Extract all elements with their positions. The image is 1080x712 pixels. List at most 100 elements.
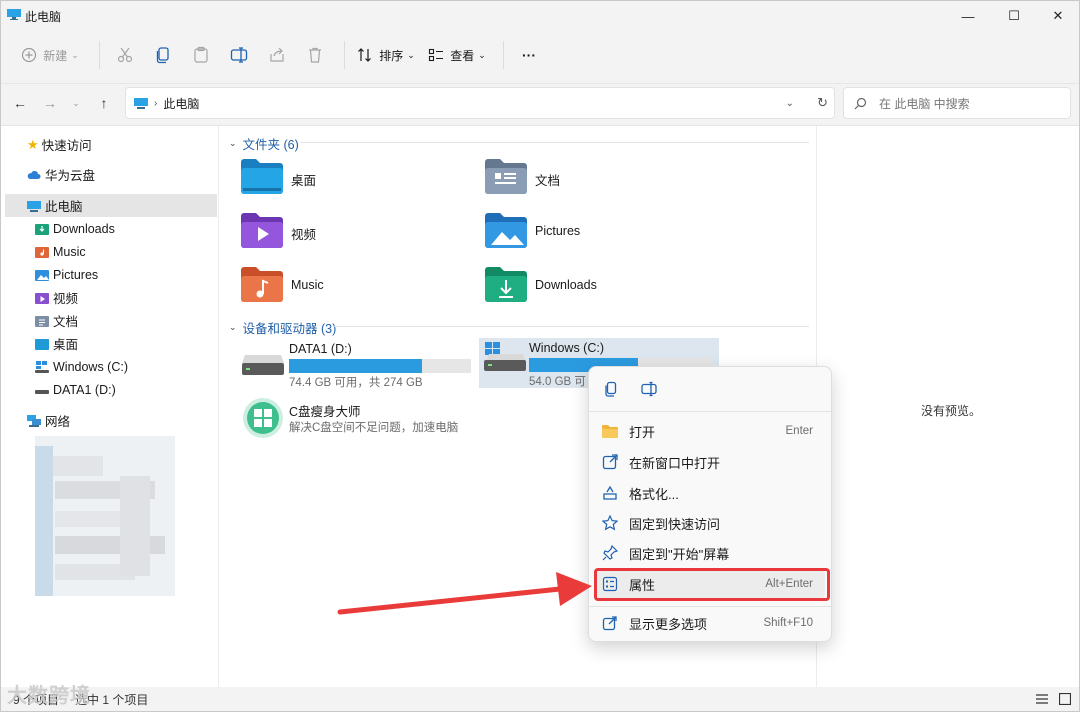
star-icon: ★ <box>27 136 39 152</box>
menu-item-label: 在新窗口中打开 <box>629 455 721 471</box>
menu-item-open[interactable]: 打开 Enter <box>595 417 825 445</box>
drive-name: Windows (C:) <box>529 341 605 355</box>
breadcrumb-this-pc[interactable]: 此电脑 <box>163 95 199 112</box>
context-menu-quick-actions <box>589 367 831 412</box>
up-button[interactable]: ↑ <box>93 92 115 114</box>
sidebar-item-label: DATA1 (D:) <box>53 382 116 397</box>
menu-item-pin-start[interactable]: 固定到"开始"屏幕 <box>595 539 825 567</box>
sidebar-item-label: 桌面 <box>53 338 79 352</box>
drive-free-space: 74.4 GB 可用，共 274 GB <box>289 377 423 389</box>
folder-pictures[interactable]: Pictures <box>485 212 715 256</box>
folder-music[interactable]: Music <box>241 266 471 310</box>
sidebar-item-huawei-cloud[interactable]: 华为云盘 <box>27 163 217 186</box>
search-placeholder: 在 此电脑 中搜索 <box>879 96 970 111</box>
more-button[interactable]: ··· <box>514 40 544 70</box>
folder-label: Pictures <box>535 224 581 238</box>
videos-folder-icon <box>241 213 283 248</box>
c-drive-cleaner[interactable]: C盘瘦身大师 解决C盘空间不足问题，加速电脑 <box>239 394 479 444</box>
folder-documents[interactable]: 文档 <box>485 158 715 202</box>
downloads-folder-icon <box>35 223 49 235</box>
cut-button[interactable] <box>110 40 140 70</box>
drive-free-space: 54.0 GB 可 <box>529 376 586 388</box>
sidebar-item-downloads[interactable]: Downloads <box>35 217 215 240</box>
sidebar-item-videos[interactable]: 视频 <box>35 286 215 309</box>
folders-group-title: 文件夹 (6) <box>242 138 299 152</box>
drive-usage-fill <box>289 359 422 373</box>
sidebar-item-label: Music <box>53 244 86 259</box>
cloud-icon <box>27 170 41 179</box>
menu-item-open-new-window[interactable]: 在新窗口中打开 <box>595 448 825 476</box>
menu-item-label: 格式化... <box>629 486 679 502</box>
menu-item-label: 打开 <box>629 424 656 440</box>
chevron-down-icon: ⌄ <box>229 322 237 332</box>
forward-button[interactable]: → <box>39 92 61 114</box>
sidebar-item-music[interactable]: Music <box>35 240 215 263</box>
rename-button[interactable] <box>224 40 254 70</box>
sidebar-item-this-pc[interactable]: 此电脑 <box>5 194 217 217</box>
sidebar-item-documents[interactable]: 文档 <box>35 309 215 332</box>
sidebar-item-desktop[interactable]: 桌面 <box>35 332 215 355</box>
menu-item-label: 固定到"开始"屏幕 <box>629 546 730 562</box>
copy-icon[interactable] <box>603 381 619 397</box>
window-title: 此电脑 <box>25 9 62 24</box>
address-bar[interactable]: › 此电脑 ⌄ ↻ <box>125 87 835 119</box>
drive-usage-bar <box>289 359 471 373</box>
sidebar-item-label: 视频 <box>53 292 79 306</box>
devices-group-title: 设备和驱动器 (3) <box>242 322 337 336</box>
folder-desktop[interactable]: 桌面 <box>241 158 471 202</box>
view-icon <box>429 48 444 62</box>
sidebar-item-label: Downloads <box>53 221 115 236</box>
delete-button[interactable] <box>300 40 330 70</box>
drive-icon <box>242 355 284 375</box>
downloads-folder-icon <box>485 267 527 302</box>
trash-icon <box>309 47 321 63</box>
large-icons-view-icon[interactable] <box>1059 693 1071 705</box>
computer-icon <box>134 97 148 109</box>
new-button[interactable]: 新建 ⌄ <box>15 39 85 71</box>
address-dropdown-icon[interactable]: ⌄ <box>786 98 794 109</box>
devices-group-header[interactable]: ⌄ 设备和驱动器 (3) <box>229 318 336 337</box>
breadcrumb-chevron-icon: › <box>154 97 158 109</box>
menu-item-format[interactable]: 格式化... <box>595 479 825 507</box>
view-button[interactable]: 查看 ⌄ <box>425 39 489 71</box>
computer-icon <box>27 200 41 212</box>
sidebar-item-label: 文档 <box>53 315 79 329</box>
back-button[interactable]: ← <box>9 92 31 114</box>
paste-button[interactable] <box>186 40 216 70</box>
command-bar: 新建 ⌄ 排序 ⌄ 查看 ⌄ ··· <box>1 33 1079 77</box>
computer-icon <box>7 9 21 20</box>
refresh-icon[interactable]: ↻ <box>817 95 828 111</box>
folder-label: 桌面 <box>291 174 317 188</box>
maximize-button[interactable]: ☐ <box>991 1 1037 31</box>
sidebar-item-quick-access[interactable]: ★ 快速访问 <box>27 133 217 156</box>
copy-button[interactable] <box>148 40 178 70</box>
rename-icon <box>230 47 248 63</box>
folders-group-header[interactable]: ⌄ 文件夹 (6) <box>229 134 299 153</box>
sort-button[interactable]: 排序 ⌄ <box>355 39 417 71</box>
folder-videos[interactable]: 视频 <box>241 212 471 256</box>
more-options-icon <box>597 615 623 631</box>
drive-data1-d[interactable]: DATA1 (D:) 74.4 GB 可用，共 274 GB <box>239 339 479 389</box>
menu-item-show-more-options[interactable]: 显示更多选项 Shift+F10 <box>595 609 825 637</box>
sidebar-item-network[interactable]: 网络 <box>27 409 217 432</box>
music-folder-icon <box>35 246 49 258</box>
rename-icon[interactable] <box>641 381 657 397</box>
cleaner-description: 解决C盘空间不足问题，加速电脑 <box>289 422 459 434</box>
music-folder-icon <box>241 267 283 302</box>
share-button[interactable] <box>262 40 292 70</box>
toolbar-divider <box>344 41 345 69</box>
close-button[interactable]: ✕ <box>1035 1 1079 31</box>
search-box[interactable]: 在 此电脑 中搜索 <box>843 87 1071 119</box>
recent-locations-button[interactable]: ⌄ <box>65 92 87 114</box>
menu-item-pin-quick-access[interactable]: 固定到快速访问 <box>595 509 825 537</box>
documents-folder-icon <box>35 315 49 327</box>
folder-downloads[interactable]: Downloads <box>485 266 715 310</box>
minimize-button[interactable]: — <box>945 1 991 31</box>
details-view-icon[interactable] <box>1035 693 1049 705</box>
cleaner-app-icon <box>243 398 283 438</box>
group-divider <box>333 326 809 327</box>
sidebar-item-windows-c[interactable]: Windows (C:) <box>35 355 215 378</box>
sidebar-item-pictures[interactable]: Pictures <box>35 263 215 286</box>
menu-separator <box>589 606 831 607</box>
sidebar-item-data1-d[interactable]: DATA1 (D:) <box>35 378 215 401</box>
